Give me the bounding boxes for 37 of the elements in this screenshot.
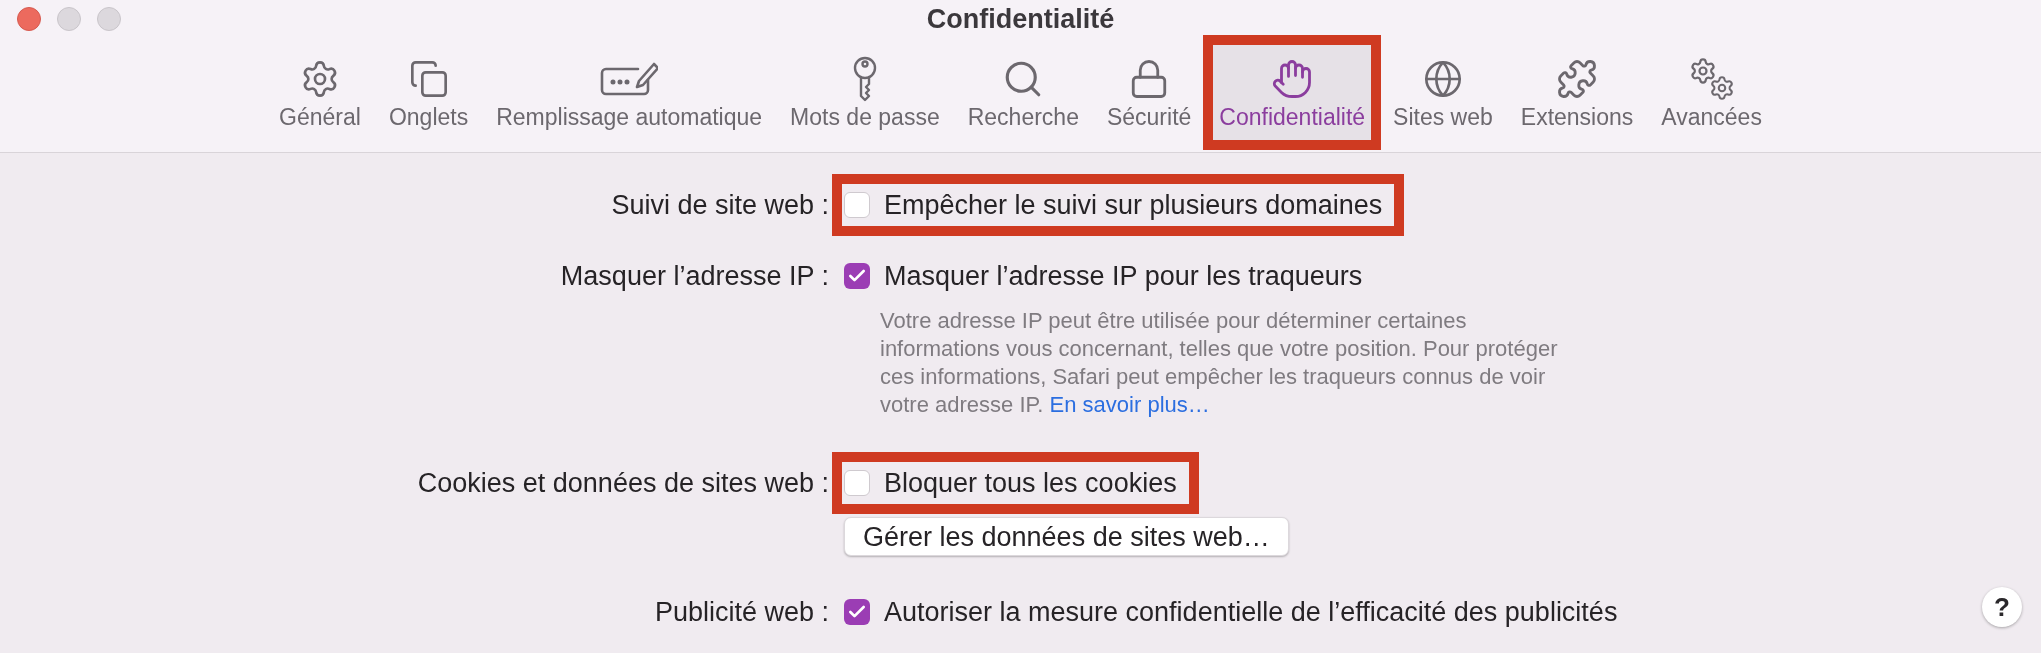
toolbar-tab[interactable]: Sécurité (1100, 45, 1198, 140)
toolbar-tab[interactable]: Sites web (1387, 45, 1499, 140)
checkbox[interactable] (844, 470, 870, 496)
description-text: Votre adresse IP peut être utilisée pour déterminer certaines informations vous concernant, telles que votre position. Pour protéger ces informations, Safari peut empêcher les traqueurs connus de voir votre adresse IP. En savoir plus… (880, 307, 1558, 419)
keyboard-pencil-icon (600, 60, 659, 98)
setting-label: Cookies et données de sites web : (417, 467, 829, 499)
hand-icon (1271, 58, 1314, 100)
checkbox[interactable] (844, 192, 870, 218)
zoom-window-icon[interactable] (97, 7, 121, 31)
minimize-window-icon[interactable] (57, 7, 81, 31)
toolbar-tab[interactable]: Confidentialité (1213, 45, 1372, 140)
toolbar-tab[interactable]: Général (273, 45, 367, 140)
checkbox-label: Empêcher le suivi sur plusieurs domaines (884, 189, 1383, 221)
toolbar-tab[interactable]: Remplissage automatique (490, 45, 769, 140)
key-icon (851, 56, 878, 102)
window-title: Confidentialité (926, 3, 1115, 35)
toolbar-tab[interactable]: Recherche (961, 45, 1085, 140)
checkbox[interactable] (844, 263, 870, 289)
setting-label: Masquer l’adresse IP : (560, 260, 829, 292)
toolbar-tab[interactable]: Onglets (382, 45, 475, 140)
help-button[interactable]: ? (1982, 587, 2022, 627)
checkbox-label: Masquer l’adresse IP pour les traqueurs (884, 260, 1363, 292)
checkbox-label: Bloquer tous les cookies (884, 467, 1177, 499)
close-window-icon[interactable] (17, 7, 41, 31)
checkbox[interactable] (844, 599, 870, 625)
setting-label: Suivi de site web : (611, 189, 829, 221)
manage-data-button[interactable]: Gérer les données de sites web… (844, 517, 1289, 556)
setting-label: Publicité web : (654, 596, 829, 628)
checkbox-label: Autoriser la mesure confidentielle de l’efficacité des publicités (884, 596, 1618, 628)
toolbar-tab[interactable]: Mots de passe (784, 45, 946, 140)
toolbar-tab[interactable]: Extensions (1514, 45, 1640, 140)
globe-icon (1422, 59, 1463, 99)
learn-more-link[interactable]: En savoir plus… (1049, 392, 1210, 417)
gears-icon (1688, 57, 1735, 101)
toolbar-tab[interactable]: Avancées (1655, 45, 1768, 140)
puzzle-icon (1556, 58, 1599, 100)
overlapping-squares-icon (408, 59, 449, 99)
